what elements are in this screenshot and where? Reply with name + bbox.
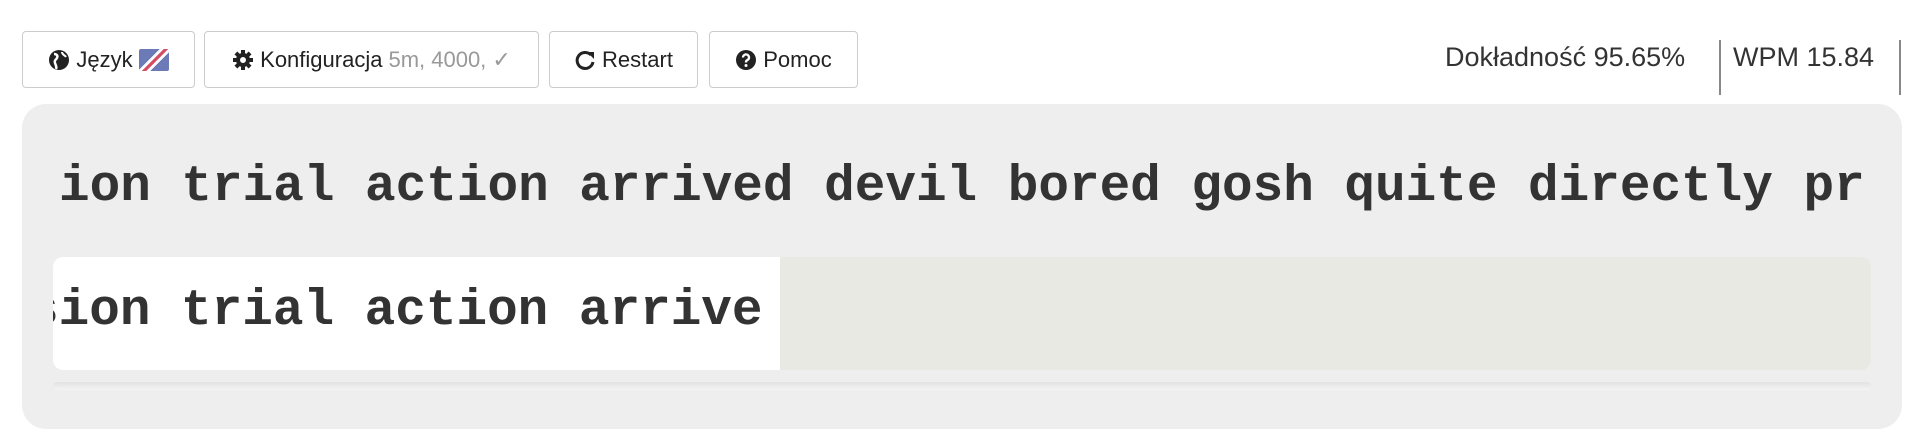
restart-label: Restart: [602, 46, 673, 72]
configuration-button[interactable]: Konfiguracja 5m, 4000, ✓: [204, 31, 539, 88]
help-button[interactable]: Pomoc: [709, 31, 858, 88]
stat-divider: [1719, 40, 1721, 95]
globe-icon: [48, 49, 70, 71]
target-text: ion trial action arrived devil bored gos…: [59, 159, 1865, 216]
restart-button[interactable]: Restart: [549, 31, 698, 88]
language-label: Język: [76, 46, 133, 72]
typed-text: sion trial action arrive: [53, 283, 763, 340]
language-button[interactable]: Język: [22, 31, 195, 88]
typing-input[interactable]: sion trial action arrive: [53, 257, 1871, 370]
typed-region: sion trial action arrive: [53, 257, 780, 370]
question-circle-icon: [735, 49, 757, 71]
gear-icon: [232, 49, 254, 71]
progress-track: [53, 382, 1871, 390]
refresh-icon: [574, 49, 596, 71]
typing-panel: ion trial action arrived devil bored gos…: [22, 104, 1902, 429]
accuracy-stat: Dokładność 95.65%: [1445, 42, 1686, 72]
stat-divider: [1899, 40, 1901, 95]
help-label: Pomoc: [763, 46, 832, 72]
configuration-label: Konfiguracja: [260, 46, 383, 72]
wpm-stat: WPM 15.84: [1733, 42, 1875, 72]
configuration-summary: 5m, 4000, ✓: [388, 46, 511, 72]
uk-flag-icon: [138, 48, 169, 71]
